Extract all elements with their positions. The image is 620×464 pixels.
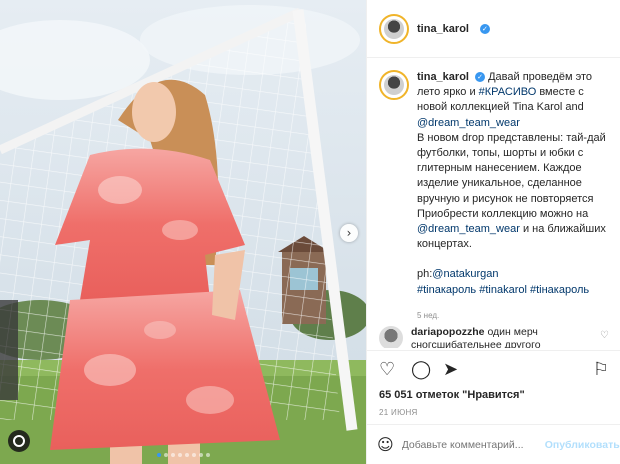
instagram-badge-icon — [8, 430, 30, 452]
carousel-next-button[interactable]: › — [340, 224, 358, 242]
caption-text: tina_karol ✓ Давай проведём это лето ярк… — [417, 70, 615, 323]
verified-badge-icon: ✓ — [479, 23, 490, 34]
caption-author[interactable]: tina_karol — [417, 71, 469, 83]
carousel-dot — [191, 453, 196, 457]
mention-link[interactable]: @dream_team_wear — [417, 223, 520, 235]
carousel-dot — [163, 453, 168, 457]
credit-link[interactable]: @natakurgan — [432, 268, 498, 280]
carousel-dot — [184, 453, 189, 457]
add-comment-bar: ☺ Опубликовать — [367, 424, 620, 464]
caption-avatar[interactable] — [379, 70, 409, 100]
comment-input[interactable] — [401, 438, 537, 451]
caption-time: 5 нед. — [417, 310, 440, 320]
comment-icon[interactable]: ◯ — [411, 361, 431, 379]
comment-text: dariapopozzhe один мерч сногсшибательнее… — [411, 326, 601, 348]
post-sidebar: tina_karol ✓ tina_karol ✓ Давай проведём… — [366, 0, 620, 464]
share-icon[interactable]: ➤ — [443, 361, 458, 379]
credit-prefix: ph: — [417, 268, 433, 281]
publish-button[interactable]: Опубликовать — [545, 439, 620, 451]
action-bar: ♡ ◯ ➤ ⚐ — [367, 350, 620, 388]
likes-count[interactable]: 65 051 отметок "Нравится" — [379, 389, 525, 401]
username-link[interactable]: tina_karol — [417, 23, 469, 35]
hashtag-link[interactable]: #КРАСИВО — [479, 86, 537, 98]
verified-badge-icon: ✓ — [475, 72, 486, 83]
photo-scene — [0, 0, 366, 464]
mention-link[interactable]: @dream_team_wear — [417, 117, 520, 129]
emoji-icon[interactable]: ☺ — [377, 435, 394, 454]
heart-icon[interactable]: ♡ — [379, 361, 395, 379]
carousel-dot — [177, 453, 182, 457]
comment-author[interactable]: dariapopozzhe — [411, 326, 485, 338]
post-photo[interactable]: › — [0, 0, 366, 464]
post-header: tina_karol ✓ — [367, 0, 620, 58]
carousel-dot — [205, 453, 210, 457]
avatar[interactable] — [379, 13, 409, 44]
carousel-dot — [198, 453, 203, 457]
carousel-dot — [170, 453, 175, 457]
carousel-dots — [0, 453, 366, 457]
caption-block: tina_karol ✓ Давай проведём это лето ярк… — [379, 70, 615, 323]
caption-para2: В новом drop представлены: тай-дай футбо… — [417, 131, 606, 220]
bookmark-icon[interactable]: ⚐ — [593, 361, 609, 379]
carousel-dot — [156, 453, 161, 457]
tags-link[interactable]: #tinaкароль #tinakarol #tiнакароль — [417, 284, 589, 296]
commenter-avatar[interactable] — [379, 326, 403, 348]
comment-like-icon[interactable]: ♡ — [600, 330, 609, 341]
comment-item: dariapopozzhe один мерч сногсшибательнее… — [379, 326, 615, 348]
post-date: 21 ИЮНЯ — [379, 408, 418, 417]
